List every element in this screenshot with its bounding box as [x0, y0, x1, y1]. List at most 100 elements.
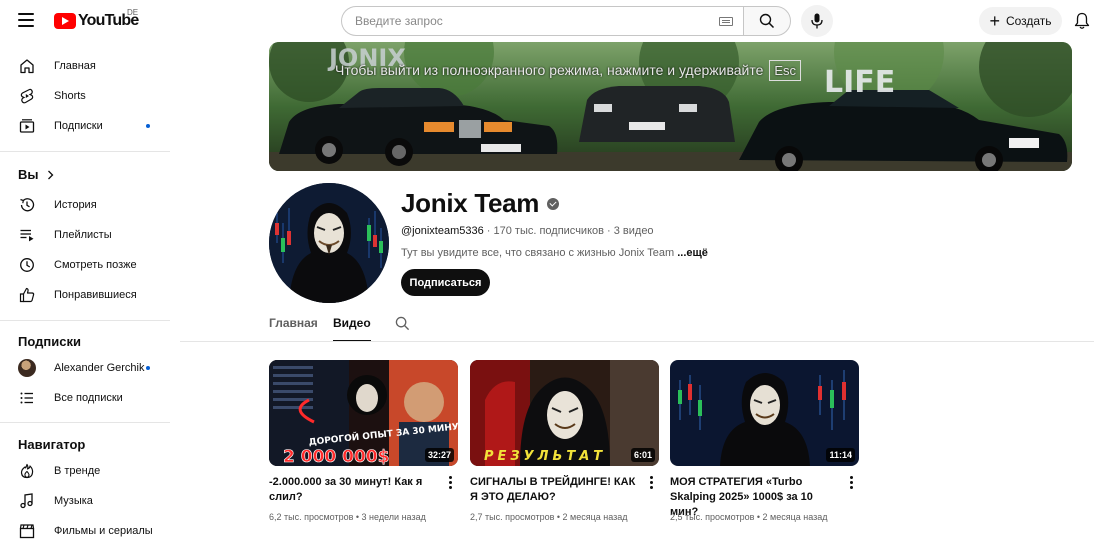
search-input[interactable]	[355, 14, 719, 28]
menu-icon[interactable]	[18, 13, 34, 27]
thumb-caption: РЕЗУЛЬТАТ	[484, 449, 606, 464]
microphone-icon	[811, 13, 823, 29]
channel-stats: · 170 тыс. подписчиков · 3 видео	[483, 225, 654, 237]
sidebar-item-label: Подписки	[54, 120, 103, 132]
search-box	[341, 6, 743, 36]
esc-key: Esc	[769, 60, 802, 81]
sidebar-item-all-subscriptions[interactable]: Все подписки	[0, 383, 170, 413]
sidebar-item-playlists[interactable]: Плейлисты	[0, 220, 170, 250]
video-duration: 32:27	[424, 448, 454, 462]
sidebar-item-label: История	[54, 199, 97, 211]
video-meta: 2,7 тыс. просмотров • 2 месяца назад	[470, 512, 628, 522]
sidebar-item-shorts[interactable]: Shorts	[0, 81, 170, 111]
keyboard-icon[interactable]	[719, 16, 733, 26]
sidebar-item-label: В тренде	[54, 465, 101, 477]
channel-handle: @jonixteam5336	[401, 225, 484, 237]
video-meta: 6,2 тыс. просмотров • 3 недели назад	[269, 512, 426, 522]
voice-search-button[interactable]	[801, 5, 833, 37]
sidebar-item-trending[interactable]: В тренде	[0, 456, 170, 486]
shorts-icon	[18, 87, 36, 105]
notifications-button[interactable]	[1074, 12, 1090, 30]
sidebar-item-label: Смотреть позже	[54, 259, 137, 271]
video-duration: 6:01	[630, 448, 655, 462]
watch-later-icon	[18, 256, 36, 274]
video-thumbnail[interactable]: РЕЗУЛЬТАТ 6:01	[470, 360, 659, 466]
video-duration: 11:14	[826, 448, 855, 462]
trending-icon	[18, 462, 36, 480]
channel-name: Jonix Team	[401, 188, 560, 219]
channel-avatar	[18, 359, 36, 377]
subscribe-button[interactable]: Подписаться	[401, 269, 490, 296]
search-icon	[759, 13, 775, 29]
sidebar-item-history[interactable]: История	[0, 190, 170, 220]
sidebar-item-label: Все подписки	[54, 392, 123, 404]
you-heading-label: Вы	[18, 167, 39, 182]
list-icon	[18, 389, 36, 407]
sidebar-divider	[0, 151, 170, 152]
sidebar-item-home[interactable]: Главная	[0, 51, 170, 81]
youtube-play-icon	[54, 13, 76, 29]
search-button[interactable]	[743, 6, 791, 36]
verified-icon	[547, 197, 560, 210]
more-options-icon[interactable]	[447, 476, 453, 490]
chevron-right-icon	[47, 170, 53, 179]
search-icon	[395, 316, 410, 331]
youtube-logo[interactable]: YouTube DE	[54, 8, 139, 31]
description-text: Тут вы увидите все, что связано с жизнью…	[401, 247, 678, 259]
more-options-icon[interactable]	[648, 476, 654, 490]
tab-home[interactable]: Главная	[269, 316, 318, 342]
toast-text: Чтобы выйти из полноэкранного режима, на…	[335, 62, 764, 78]
sidebar-item-alexander-gerchik[interactable]: Alexander Gerchik	[0, 353, 170, 383]
video-title[interactable]: -2.000.000 за 30 минут! Как я слил?	[269, 475, 439, 505]
avatar-image	[269, 183, 389, 303]
sidebar-item-liked[interactable]: Понравившиеся	[0, 280, 170, 310]
video-thumbnail[interactable]: ДОРОГОЙ ОПЫТ ЗА 30 МИНУТ 2 000 000$ 32:2…	[269, 360, 458, 466]
fullscreen-toast: Чтобы выйти из полноэкранного режима, на…	[335, 60, 802, 81]
country-code: DE	[127, 8, 139, 17]
create-button[interactable]: + Создать	[979, 7, 1062, 35]
description-more[interactable]: ...ещё	[677, 247, 708, 259]
create-label: Создать	[1005, 14, 1052, 28]
sidebar-item-subscriptions[interactable]: Подписки	[0, 111, 170, 141]
video-card[interactable]: РЕЗУЛЬТАТ 6:01 СИГНАЛЫ В ТРЕЙДИНГЕ! КАК …	[470, 360, 659, 522]
new-content-dot	[146, 124, 150, 128]
brand-right: LIFE	[824, 65, 895, 100]
sidebar-item-movies[interactable]: Фильмы и сериалы	[0, 516, 170, 544]
video-title[interactable]: СИГНАЛЫ В ТРЕЙДИНГЕ! КАК Я ЭТО ДЕЛАЮ?	[470, 475, 640, 505]
sidebar: Главная Shorts Подписки Вы История Плейл…	[0, 42, 180, 544]
tabs-divider	[180, 341, 1094, 342]
sidebar-item-label: Alexander Gerchik	[54, 362, 145, 374]
sidebar-item-watch-later[interactable]: Смотреть позже	[0, 250, 170, 280]
sidebar-item-label: Фильмы и сериалы	[54, 525, 153, 537]
sidebar-divider	[0, 320, 170, 321]
channel-avatar[interactable]	[269, 183, 389, 303]
tab-videos[interactable]: Видео	[333, 316, 371, 342]
thumb-amount: 2 000 000$	[283, 447, 389, 466]
top-bar: YouTube DE + Создать	[0, 0, 1094, 42]
more-options-icon[interactable]	[848, 476, 854, 490]
bell-icon	[1074, 12, 1090, 29]
channel-name-text: Jonix Team	[401, 188, 540, 218]
channel-search-button[interactable]	[395, 316, 411, 332]
subscriptions-icon	[18, 117, 36, 135]
new-content-dot	[146, 366, 150, 370]
sidebar-item-music[interactable]: Музыка	[0, 486, 170, 516]
music-icon	[18, 492, 36, 510]
channel-meta: @jonixteam5336 · 170 тыс. подписчиков · …	[401, 225, 654, 237]
history-icon	[18, 196, 36, 214]
sidebar-navigator-heading: Навигатор	[18, 437, 86, 452]
video-thumbnail[interactable]: 11:14	[670, 360, 859, 466]
like-icon	[18, 286, 36, 304]
sidebar-divider	[0, 422, 170, 423]
channel-description[interactable]: Тут вы увидите все, что связано с жизнью…	[401, 247, 708, 259]
video-card[interactable]: ДОРОГОЙ ОПЫТ ЗА 30 МИНУТ 2 000 000$ 32:2…	[269, 360, 458, 522]
sidebar-item-label: Понравившиеся	[54, 289, 137, 301]
sidebar-item-label: Shorts	[54, 90, 86, 102]
plus-icon: +	[989, 11, 1000, 31]
playlists-icon	[18, 226, 36, 244]
sidebar-item-label: Главная	[54, 60, 96, 72]
home-icon	[18, 57, 36, 75]
sidebar-you-heading[interactable]: Вы	[18, 167, 54, 182]
video-card[interactable]: 11:14 МОЯ СТРАТЕГИЯ «Turbo Skalping 2025…	[670, 360, 859, 522]
movies-icon	[18, 522, 36, 540]
